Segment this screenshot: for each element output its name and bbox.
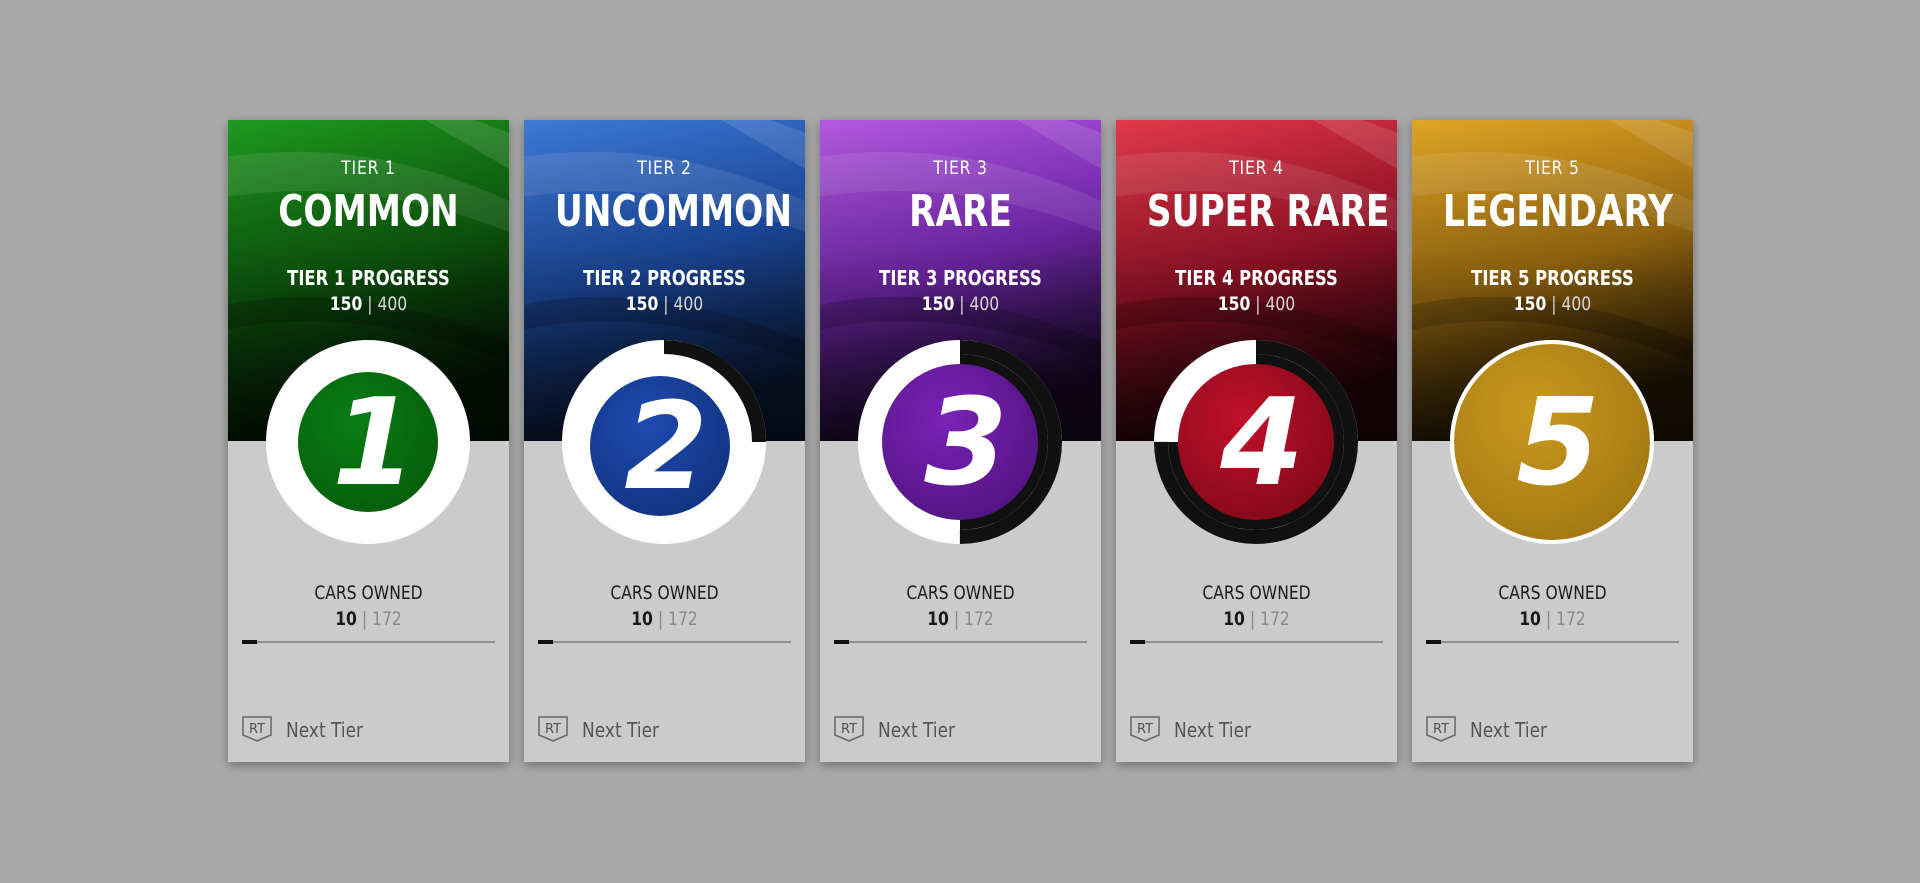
cars-owned-total: 172 bbox=[372, 608, 402, 630]
cars-owned-label: CARS OWNED bbox=[906, 582, 1015, 604]
progress-total: 400 bbox=[1561, 293, 1592, 315]
rt-button-icon[interactable]: RT bbox=[242, 716, 272, 742]
tier-badge-digit: 1 bbox=[332, 374, 416, 513]
tier-label: TIER 2 bbox=[637, 157, 692, 179]
cars-owned-current: 10 bbox=[631, 608, 653, 630]
cars-owned-progress-fill bbox=[538, 640, 553, 644]
rt-button-label: RT bbox=[1137, 722, 1153, 737]
cars-owned-progress-fill bbox=[834, 640, 849, 644]
tier-card-1[interactable]: TIER 1 COMMON TIER 1 PROGRESS 150 | 400 … bbox=[228, 120, 509, 762]
progress-current: 150 bbox=[921, 293, 955, 315]
rt-button-label: RT bbox=[1433, 722, 1449, 737]
game-screen: { "cards": [ { "tier_label": "TIER 1", "… bbox=[0, 0, 1920, 883]
tier-name: SUPER RARE bbox=[1146, 186, 1390, 237]
rt-button-label: RT bbox=[841, 722, 857, 737]
tier-badge-ring: 4 bbox=[1152, 338, 1360, 546]
cars-owned-current: 10 bbox=[927, 608, 949, 630]
cars-owned-total: 172 bbox=[964, 608, 994, 630]
tier-badge-digit: 2 bbox=[624, 378, 708, 517]
progress-current: 150 bbox=[625, 293, 659, 315]
rt-button-label: RT bbox=[249, 722, 265, 737]
progress-total: 400 bbox=[1265, 293, 1296, 315]
tier-badge-ring: 3 bbox=[856, 338, 1064, 546]
tier-badge-ring: 1 bbox=[264, 338, 472, 546]
tier-name: UNCOMMON bbox=[554, 186, 793, 237]
cars-owned-label: CARS OWNED bbox=[610, 582, 719, 604]
cars-owned-progress-fill bbox=[1426, 640, 1441, 644]
tier-card-2[interactable]: TIER 2 UNCOMMON TIER 2 PROGRESS 150 | 40… bbox=[524, 120, 805, 762]
cars-owned-progress-fill bbox=[242, 640, 257, 644]
cars-owned-progress-bar bbox=[834, 640, 1087, 644]
tier-progress-value: 150 | 400 bbox=[1513, 293, 1592, 315]
cars-owned-total: 172 bbox=[1556, 608, 1586, 630]
next-tier-label[interactable]: Next Tier bbox=[1174, 718, 1251, 742]
tier-card-4[interactable]: TIER 4 SUPER RARE TIER 4 PROGRESS 150 | … bbox=[1116, 120, 1397, 762]
tier-progress-value: 150 | 400 bbox=[921, 293, 1000, 315]
tier-label: TIER 4 bbox=[1229, 157, 1284, 179]
next-tier-label[interactable]: Next Tier bbox=[1470, 718, 1547, 742]
progress-current: 150 bbox=[1513, 293, 1547, 315]
tier-badge-digit: 3 bbox=[924, 374, 1008, 513]
next-tier-label[interactable]: Next Tier bbox=[286, 718, 363, 742]
rt-button-icon[interactable]: RT bbox=[834, 716, 864, 742]
tier-card-5[interactable]: TIER 5 LEGENDARY TIER 5 PROGRESS 150 | 4… bbox=[1412, 120, 1693, 762]
rt-button-icon[interactable]: RT bbox=[538, 716, 568, 742]
cars-owned-value: 10 | 172 bbox=[631, 608, 698, 630]
progress-total: 400 bbox=[673, 293, 704, 315]
cars-owned-total: 172 bbox=[1260, 608, 1290, 630]
cars-owned-label: CARS OWNED bbox=[1498, 582, 1607, 604]
tier-progress-label: TIER 2 PROGRESS bbox=[583, 266, 746, 290]
tier-progress-label: TIER 3 PROGRESS bbox=[879, 266, 1042, 290]
cars-owned-label: CARS OWNED bbox=[314, 582, 423, 604]
tier-progress-label: TIER 5 PROGRESS bbox=[1471, 266, 1634, 290]
tier-cards-row: TIER 1 COMMON TIER 1 PROGRESS 150 | 400 … bbox=[228, 120, 1693, 762]
progress-current: 150 bbox=[329, 293, 363, 315]
tier-progress-label: TIER 4 PROGRESS bbox=[1175, 266, 1338, 290]
rt-button-icon[interactable]: RT bbox=[1130, 716, 1160, 742]
tier-badge-ring: 5 bbox=[1448, 338, 1656, 546]
tier-badge-ring: 2 bbox=[560, 338, 768, 546]
cars-owned-progress-bar bbox=[538, 640, 791, 644]
rt-button-label: RT bbox=[545, 722, 561, 737]
next-tier-label[interactable]: Next Tier bbox=[582, 718, 659, 742]
tier-badge-digit: 4 bbox=[1219, 374, 1304, 513]
cars-owned-progress-bar bbox=[1130, 640, 1383, 644]
cars-owned-total: 172 bbox=[668, 608, 698, 630]
rt-button-icon[interactable]: RT bbox=[1426, 716, 1456, 742]
tier-name: RARE bbox=[909, 186, 1012, 237]
cars-owned-value: 10 | 172 bbox=[1223, 608, 1290, 630]
cars-owned-current: 10 bbox=[1519, 608, 1541, 630]
cars-owned-progress-bar bbox=[242, 640, 495, 644]
cars-owned-current: 10 bbox=[335, 608, 357, 630]
cars-owned-label: CARS OWNED bbox=[1202, 582, 1311, 604]
progress-total: 400 bbox=[377, 293, 408, 315]
cars-owned-value: 10 | 172 bbox=[927, 608, 994, 630]
tier-progress-value: 150 | 400 bbox=[1217, 293, 1296, 315]
tier-name: COMMON bbox=[278, 186, 459, 237]
progress-current: 150 bbox=[1217, 293, 1251, 315]
cars-owned-value: 10 | 172 bbox=[1519, 608, 1586, 630]
cars-owned-progress-fill bbox=[1130, 640, 1145, 644]
tier-label: TIER 1 bbox=[341, 157, 396, 179]
tier-label: TIER 5 bbox=[1525, 157, 1580, 179]
tier-label: TIER 3 bbox=[933, 157, 988, 179]
tier-progress-value: 150 | 400 bbox=[329, 293, 408, 315]
progress-total: 400 bbox=[969, 293, 1000, 315]
tier-progress-label: TIER 1 PROGRESS bbox=[287, 266, 450, 290]
tier-badge-digit: 5 bbox=[1516, 374, 1600, 513]
cars-owned-progress-bar bbox=[1426, 640, 1679, 644]
tier-card-3[interactable]: TIER 3 RARE TIER 3 PROGRESS 150 | 400 3 … bbox=[820, 120, 1101, 762]
tier-progress-value: 150 | 400 bbox=[625, 293, 704, 315]
next-tier-label[interactable]: Next Tier bbox=[878, 718, 955, 742]
cars-owned-current: 10 bbox=[1223, 608, 1245, 630]
cars-owned-value: 10 | 172 bbox=[335, 608, 402, 630]
tier-name: LEGENDARY bbox=[1442, 186, 1674, 237]
